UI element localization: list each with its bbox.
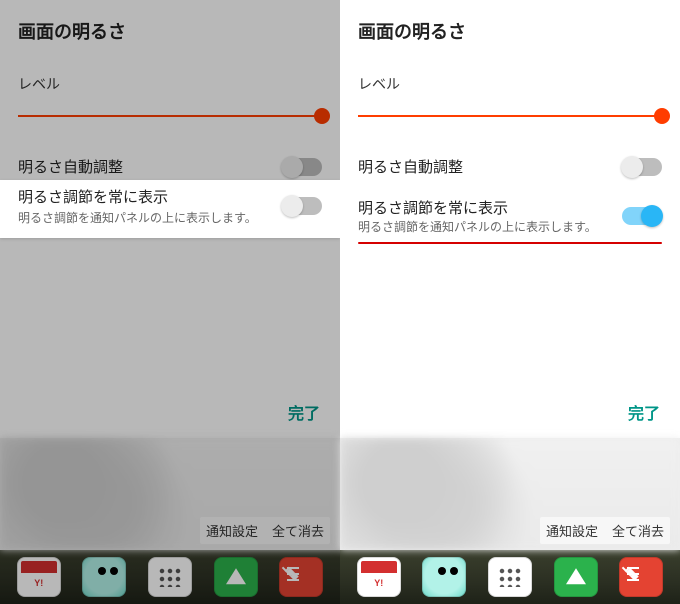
slider-track: [358, 115, 662, 117]
screenshot-right: 画面の明るさ レベル 明るさ自動調整 明るさ調節を常に表示 明るさ調節を通知パネ…: [340, 0, 680, 604]
brightness-slider[interactable]: [18, 104, 322, 128]
auto-brightness-toggle[interactable]: [282, 158, 322, 176]
done-button[interactable]: 完了: [288, 406, 320, 423]
done-row: 完了: [340, 390, 680, 438]
app-icon-todoist[interactable]: [619, 557, 663, 597]
always-show-label: 明るさ調節を常に表示: [358, 197, 614, 218]
app-icon-feedly[interactable]: [554, 557, 598, 597]
app-icon-twitter[interactable]: [82, 557, 126, 597]
notification-settings-button[interactable]: 通知設定: [206, 521, 258, 540]
slider-thumb[interactable]: [654, 108, 670, 124]
app-icon-appdrawer[interactable]: [488, 557, 532, 597]
clear-all-button[interactable]: 全て消去: [612, 521, 664, 540]
notification-area: 通知設定 全て消去: [340, 438, 680, 550]
always-show-sublabel: 明るさ調節を通知パネルの上に表示します。: [358, 220, 614, 236]
slider-thumb[interactable]: [314, 108, 330, 124]
slider-track: [18, 115, 322, 117]
always-show-toggle[interactable]: [282, 207, 322, 225]
app-icon-yahoo[interactable]: Y!: [357, 557, 401, 597]
level-label: レベル: [18, 74, 322, 94]
level-label: レベル: [358, 74, 662, 94]
always-show-sublabel: 明るさ調節を通知パネルの上に表示します。: [18, 220, 274, 236]
app-icon-feedly[interactable]: [214, 557, 258, 597]
auto-brightness-row[interactable]: 明るさ自動調整: [18, 146, 322, 187]
page-title: 画面の明るさ: [358, 0, 662, 74]
clear-all-button[interactable]: 全て消去: [272, 521, 324, 540]
always-show-toggle[interactable]: [622, 207, 662, 225]
dock: Y!: [0, 550, 340, 604]
auto-brightness-label: 明るさ自動調整: [18, 156, 274, 177]
auto-brightness-row[interactable]: 明るさ自動調整: [358, 146, 662, 187]
always-show-row[interactable]: 明るさ調節を常に表示 明るさ調節を通知パネルの上に表示します。: [18, 187, 322, 246]
dock: Y!: [340, 550, 680, 604]
notification-settings-button[interactable]: 通知設定: [546, 521, 598, 540]
always-show-label: 明るさ調節を常に表示: [18, 197, 274, 218]
app-icon-appdrawer[interactable]: [148, 557, 192, 597]
screenshot-left: 画面の明るさ レベル 明るさ自動調整 明るさ調節を常に表示 明るさ調節を通知パネ…: [0, 0, 340, 604]
auto-brightness-label: 明るさ自動調整: [358, 156, 614, 177]
app-icon-yahoo[interactable]: Y!: [17, 557, 61, 597]
done-button[interactable]: 完了: [628, 406, 660, 423]
brightness-slider[interactable]: [358, 104, 662, 128]
notification-area: 通知設定 全て消去: [0, 438, 340, 550]
app-icon-twitter[interactable]: [422, 557, 466, 597]
app-icon-todoist[interactable]: [279, 557, 323, 597]
always-show-row[interactable]: 明るさ調節を常に表示 明るさ調節を通知パネルの上に表示します。: [358, 187, 662, 240]
page-title: 画面の明るさ: [18, 0, 322, 74]
done-row: 完了: [0, 390, 340, 438]
auto-brightness-toggle[interactable]: [622, 158, 662, 176]
